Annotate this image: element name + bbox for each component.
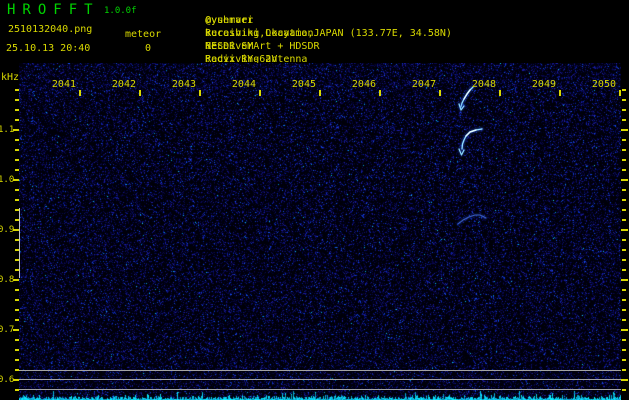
app-version: 1.0.0f: [104, 6, 137, 16]
freq-minor-tick-left: [15, 349, 19, 351]
freq-tick-label: 1.0: [0, 175, 15, 185]
freq-major-tick-right: [621, 279, 628, 281]
time-tick: [319, 90, 321, 96]
freq-minor-tick-left: [15, 299, 19, 301]
freq-minor-tick-left: [15, 139, 19, 141]
time-tick-label: 2046: [351, 79, 376, 90]
freq-minor-tick-right: [622, 209, 626, 211]
freq-minor-tick-right: [622, 349, 626, 351]
freq-minor-tick-right: [622, 289, 626, 291]
meteor-count-value: 0: [145, 43, 152, 54]
time-tick: [619, 90, 621, 96]
freq-minor-tick-left: [15, 359, 19, 361]
freq-minor-tick-right: [622, 169, 626, 171]
freq-major-tick-right: [621, 229, 628, 231]
freq-major-tick-left: [13, 279, 19, 281]
freq-minor-tick-left: [15, 149, 19, 151]
app-title: HROFFT: [7, 2, 100, 18]
freq-minor-tick-right: [622, 99, 626, 101]
freq-minor-tick-left: [15, 89, 19, 91]
output-filename: 2510132040.png: [8, 24, 93, 35]
freq-minor-tick-left: [15, 199, 19, 201]
time-tick: [259, 90, 261, 96]
freq-minor-tick-left: [15, 99, 19, 101]
time-tick-label: 2042: [111, 79, 136, 90]
info-value: kurashiki,Okayama,JAPAN (133.77E, 34.58N…: [205, 28, 452, 39]
info-row-observer: Ovserver: @yuhmari: [181, 4, 253, 26]
mode-label: meteor: [125, 29, 162, 40]
freq-tick-label: 1.1: [0, 125, 15, 135]
freq-major-tick-left: [13, 129, 19, 131]
time-tick: [199, 90, 201, 96]
freq-minor-tick-right: [622, 199, 626, 201]
freq-minor-tick-left: [15, 159, 19, 161]
freq-minor-tick-left: [15, 189, 19, 191]
echo-duration-bar: [19, 208, 20, 278]
freq-minor-tick-right: [622, 139, 626, 141]
info-value: @yuhmari: [205, 15, 254, 26]
freq-minor-tick-right: [622, 389, 626, 391]
freq-minor-tick-right: [622, 109, 626, 111]
freq-minor-tick-right: [622, 189, 626, 191]
time-tick-label: 2045: [291, 79, 316, 90]
date-time-label: 25.10.13 20:40: [6, 43, 91, 54]
freq-major-tick-left: [13, 329, 19, 331]
freq-minor-tick-left: [15, 289, 19, 291]
freq-minor-tick-right: [622, 259, 626, 261]
freq-minor-tick-right: [622, 119, 626, 121]
freq-minor-tick-right: [622, 219, 626, 221]
time-tick-label: 2041: [51, 79, 76, 90]
freq-minor-tick-right: [622, 269, 626, 271]
freq-minor-tick-right: [622, 149, 626, 151]
freq-major-tick-right: [621, 129, 628, 131]
freq-minor-tick-right: [622, 89, 626, 91]
freq-major-tick-right: [621, 379, 628, 381]
freq-minor-tick-right: [622, 369, 626, 371]
freq-minor-tick-right: [622, 339, 626, 341]
time-tick-label: 2044: [231, 79, 256, 90]
freq-minor-tick-left: [15, 309, 19, 311]
time-tick: [139, 90, 141, 96]
time-tick-label: 2049: [531, 79, 556, 90]
time-tick: [379, 90, 381, 96]
hrofft-window: HROFFT 1.0.0f 2510132040.png meteor 25.1…: [0, 0, 629, 400]
freq-minor-tick-right: [622, 239, 626, 241]
spectrogram-noise-canvas: [19, 63, 621, 400]
time-tick: [79, 90, 81, 96]
marker-line: [19, 389, 621, 390]
freq-minor-tick-left: [15, 319, 19, 321]
time-tick: [499, 90, 501, 96]
freq-major-tick-right: [621, 179, 628, 181]
freq-minor-tick-right: [622, 359, 626, 361]
info-value: NESDR SMArt + HDSDR: [205, 41, 320, 52]
time-tick: [559, 90, 561, 96]
info-row-receiver: Receiver: NESDR SMArt + HDSDR: [181, 30, 319, 52]
info-row-location: Receiving Location: kurashiki,Okayama,JAP…: [181, 17, 452, 39]
freq-tick-label: 0.6: [0, 375, 15, 385]
freq-minor-tick-left: [15, 119, 19, 121]
freq-tick-label: 0.8: [0, 275, 15, 285]
khz-axis-label: kHz: [1, 72, 20, 83]
freq-minor-tick-right: [622, 319, 626, 321]
marker-line: [19, 379, 621, 380]
time-tick-label: 2050: [591, 79, 616, 90]
freq-major-tick-left: [13, 179, 19, 181]
freq-tick-label: 0.9: [0, 225, 15, 235]
time-tick-label: 2048: [471, 79, 496, 90]
info-row-antenna: Recviving antenna: Radix RY-62V: [181, 43, 307, 65]
freq-minor-tick-left: [15, 109, 19, 111]
marker-line: [19, 370, 621, 371]
freq-minor-tick-right: [622, 299, 626, 301]
time-tick-label: 2047: [411, 79, 436, 90]
freq-minor-tick-right: [622, 309, 626, 311]
freq-minor-tick-left: [15, 339, 19, 341]
freq-minor-tick-left: [15, 169, 19, 171]
time-tick: [439, 90, 441, 96]
freq-minor-tick-right: [622, 249, 626, 251]
freq-tick-label: 0.7: [0, 325, 15, 335]
freq-major-tick-right: [621, 329, 628, 331]
time-tick-label: 2043: [171, 79, 196, 90]
freq-minor-tick-right: [622, 159, 626, 161]
